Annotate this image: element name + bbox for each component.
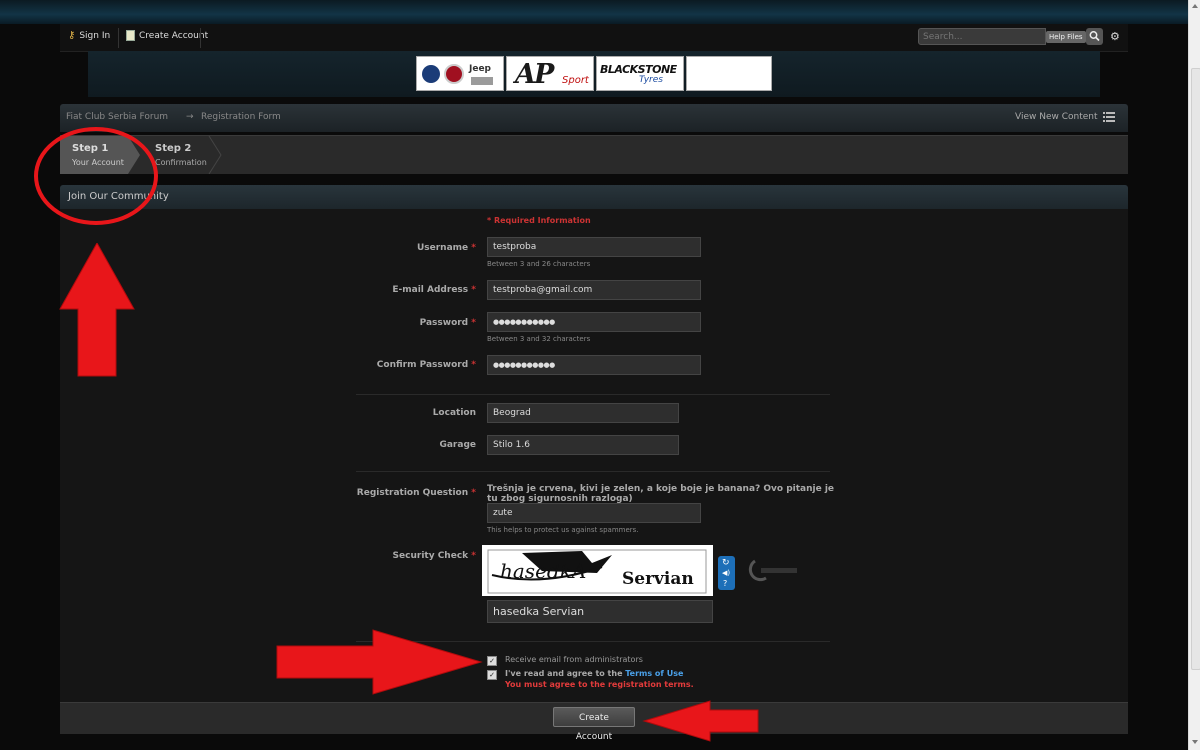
page-scrollbar[interactable]: [1188, 0, 1200, 750]
captcha-controls: ↻ ◀) ?: [718, 556, 735, 590]
panel-header: Join Our Community: [60, 185, 1128, 209]
scroll-thumb[interactable]: [1191, 68, 1200, 670]
agree-terms-label: I've read and agree to the Terms of Use: [505, 669, 684, 678]
username-hint: Between 3 and 26 characters: [487, 260, 591, 268]
document-icon: [126, 30, 135, 41]
confirm-password-label: Confirm Password *: [376, 360, 476, 370]
password-hint: Between 3 and 32 characters: [487, 335, 591, 343]
registration-question-text: Trešnja je crvena, kivi je zelen, a koje…: [487, 484, 835, 504]
agree-terms-checkbox[interactable]: ✓: [487, 670, 497, 680]
scroll-down-arrow-icon[interactable]: [1192, 740, 1198, 744]
sponsor-strip: [88, 51, 1100, 97]
search-button[interactable]: [1086, 28, 1103, 45]
divider: [200, 28, 201, 48]
breadcrumb-forum[interactable]: Fiat Club Serbia Forum: [66, 112, 168, 122]
sign-in-label: Sign In: [79, 30, 111, 41]
captcha-image: hasedkA Servian: [482, 545, 713, 596]
divider: [118, 28, 119, 48]
user-bar: ⚷ Sign In Create Account Help Files ⚙: [60, 24, 1128, 52]
key-icon: ⚷: [68, 30, 76, 41]
annotation-circle: [34, 127, 158, 225]
scroll-up-arrow-icon[interactable]: [1192, 4, 1198, 8]
tyres-text: Tyres: [639, 75, 663, 85]
help-icon[interactable]: ?: [723, 579, 727, 588]
sign-in-link[interactable]: ⚷ Sign In: [68, 30, 110, 41]
location-label: Location: [432, 408, 476, 418]
list-icon[interactable]: [1103, 112, 1115, 122]
confirm-password-input[interactable]: ●●●●●●●●●●●: [487, 355, 701, 375]
refresh-icon[interactable]: ↻: [722, 558, 730, 568]
step-2-subtitle: Confirmation: [155, 158, 207, 167]
location-input[interactable]: [487, 403, 679, 423]
site-banner: [0, 0, 1188, 24]
receive-email-checkbox[interactable]: ✓: [487, 656, 497, 666]
lancia-logo-icon: [422, 65, 440, 83]
recaptcha-logo-icon: [748, 559, 797, 582]
registration-answer-input[interactable]: [487, 503, 701, 523]
registration-steps: Step 1 Your Account Step 2 Confirmation: [60, 135, 1128, 174]
search-input[interactable]: [918, 28, 1046, 45]
agree-terms-error: You must agree to the registration terms…: [505, 680, 694, 689]
breadcrumb-arrow: →: [186, 112, 194, 122]
receive-email-label: Receive email from administrators: [505, 655, 643, 664]
email-input[interactable]: [487, 280, 701, 300]
annotation-left-arrow-submit: [642, 700, 759, 742]
fiat-logo-icon: [444, 64, 464, 84]
help-files-button[interactable]: Help Files: [1046, 31, 1086, 43]
sponsor-fiat-group[interactable]: Jeep: [416, 56, 504, 91]
audio-icon[interactable]: ◀): [722, 569, 730, 577]
captcha-input[interactable]: [487, 600, 713, 623]
ap-sport-script: Sport: [562, 75, 589, 86]
annotation-up-arrow: [59, 243, 135, 377]
create-account-link[interactable]: Create Account: [126, 30, 208, 41]
create-account-button[interactable]: Create Account: [553, 707, 635, 742]
create-account-label: Create Account: [139, 30, 209, 41]
search-icon: [1089, 31, 1100, 42]
password-label: Password *: [419, 318, 476, 328]
view-new-content-link[interactable]: View New Content: [1015, 112, 1098, 122]
required-info-note: * Required Information: [487, 216, 591, 225]
captcha-word-2: Servian: [622, 569, 694, 589]
sponsor-blank[interactable]: [686, 56, 772, 91]
ap-logo: AP: [515, 59, 554, 90]
registration-question-label: Registration Question *: [356, 488, 476, 498]
jeep-logo: Jeep: [469, 64, 491, 74]
garage-label: Garage: [439, 440, 476, 450]
terms-of-use-link[interactable]: Terms of Use: [625, 669, 683, 678]
registration-question-hint: This helps to protect us against spammer…: [487, 526, 639, 534]
sponsor-blackstone[interactable]: BLACKSTONE Tyres: [596, 56, 684, 91]
gear-icon[interactable]: ⚙: [1110, 30, 1120, 43]
alfa-badge-icon: [471, 77, 493, 85]
annotation-right-arrow-checkboxes: [276, 629, 483, 695]
breadcrumb: Fiat Club Serbia Forum → Registration Fo…: [60, 104, 1128, 132]
breadcrumb-current: Registration Form: [201, 112, 281, 122]
email-label: E-mail Address *: [392, 285, 476, 295]
step-2-arrow: [208, 136, 222, 174]
password-input[interactable]: ●●●●●●●●●●●: [487, 312, 701, 332]
section-divider: [356, 471, 830, 472]
captcha-word-1: hasedkA: [500, 559, 587, 583]
username-input[interactable]: [487, 237, 701, 257]
username-label: Username *: [416, 243, 476, 253]
security-check-label: Security Check *: [392, 551, 476, 561]
garage-input[interactable]: [487, 435, 679, 455]
sponsor-ap-sport[interactable]: AP Sport: [506, 56, 594, 91]
section-divider: [356, 394, 830, 395]
